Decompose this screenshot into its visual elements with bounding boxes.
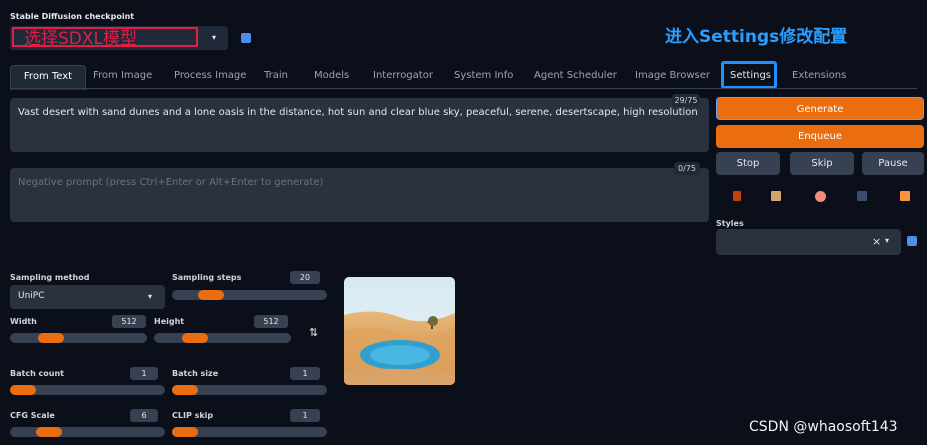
sampling-steps-label: Sampling steps bbox=[172, 273, 242, 282]
save-style-icon[interactable] bbox=[900, 191, 910, 201]
tab-interrogator[interactable]: Interrogator bbox=[373, 65, 433, 87]
checkpoint-value: 选择SDXL模型 bbox=[12, 27, 198, 49]
tab-train[interactable]: Train bbox=[264, 65, 288, 87]
swap-dimensions-icon[interactable]: ⇅ bbox=[309, 326, 318, 339]
sampling-method-label: Sampling method bbox=[10, 273, 90, 282]
stop-button[interactable]: Stop bbox=[716, 152, 780, 175]
width-value[interactable]: 512 bbox=[112, 315, 146, 328]
skip-button[interactable]: Skip bbox=[790, 152, 854, 175]
cfg-scale-slider[interactable] bbox=[10, 427, 165, 437]
chevron-down-icon: ▾ bbox=[212, 33, 217, 42]
generated-image[interactable] bbox=[344, 277, 455, 385]
desert-oasis-image bbox=[344, 277, 455, 385]
tab-extensions[interactable]: Extensions bbox=[792, 65, 846, 87]
tab-from-text[interactable]: From Text bbox=[10, 65, 86, 90]
generate-button[interactable]: Generate bbox=[716, 97, 924, 120]
tab-agent-scheduler[interactable]: Agent Scheduler bbox=[534, 65, 617, 87]
clear-icon[interactable] bbox=[815, 191, 826, 202]
paste-icon[interactable] bbox=[771, 191, 781, 201]
enqueue-button[interactable]: Enqueue bbox=[716, 125, 924, 148]
slider-thumb[interactable] bbox=[182, 333, 208, 343]
height-slider[interactable] bbox=[154, 333, 291, 343]
clip-skip-value[interactable]: 1 bbox=[290, 409, 320, 422]
height-value[interactable]: 512 bbox=[254, 315, 288, 328]
batch-count-slider[interactable] bbox=[10, 385, 165, 395]
styles-label: Styles bbox=[716, 219, 744, 228]
sampling-steps-slider[interactable] bbox=[172, 290, 327, 300]
settings-annotation: 进入Settings修改配置 bbox=[665, 27, 848, 47]
slider-thumb[interactable] bbox=[36, 427, 62, 437]
chevron-down-icon: ▾ bbox=[148, 292, 153, 301]
batch-size-label: Batch size bbox=[172, 369, 219, 378]
slider-thumb[interactable] bbox=[38, 333, 64, 343]
prompt-text: Vast desert with sand dunes and a lone o… bbox=[18, 107, 698, 118]
tab-from-image[interactable]: From Image bbox=[93, 65, 152, 87]
slider-thumb[interactable] bbox=[172, 385, 198, 395]
slider-thumb[interactable] bbox=[10, 385, 36, 395]
checkpoint-dropdown[interactable]: 选择SDXL模型 ▾ bbox=[10, 26, 228, 50]
negative-prompt-textarea[interactable]: Negative prompt (press Ctrl+Enter or Alt… bbox=[10, 168, 709, 222]
batch-count-label: Batch count bbox=[10, 369, 64, 378]
clear-icon[interactable]: × bbox=[872, 235, 881, 248]
cfg-scale-label: CFG Scale bbox=[10, 411, 55, 420]
tab-process-image[interactable]: Process Image bbox=[174, 65, 246, 87]
width-slider[interactable] bbox=[10, 333, 147, 343]
cfg-scale-value[interactable]: 6 bbox=[130, 409, 158, 422]
tab-image-browser[interactable]: Image Browser bbox=[635, 65, 710, 87]
tab-label: From Text bbox=[23, 71, 73, 82]
negative-prompt-placeholder: Negative prompt (press Ctrl+Enter or Alt… bbox=[18, 177, 324, 188]
negative-prompt-token-counter: 0/75 bbox=[674, 162, 700, 175]
tab-models[interactable]: Models bbox=[314, 65, 349, 87]
prompt-textarea[interactable]: Vast desert with sand dunes and a lone o… bbox=[10, 98, 709, 152]
slider-thumb[interactable] bbox=[198, 290, 224, 300]
prompt-token-counter: 29/75 bbox=[672, 94, 700, 107]
folder-icon[interactable] bbox=[733, 191, 741, 201]
refresh-icon[interactable] bbox=[241, 33, 251, 43]
batch-size-slider[interactable] bbox=[172, 385, 327, 395]
watermark: CSDN @whaosoft143 bbox=[749, 419, 898, 435]
refresh-icon[interactable] bbox=[907, 236, 917, 246]
chevron-down-icon: ▾ bbox=[885, 236, 890, 245]
width-label: Width bbox=[10, 317, 37, 326]
slider-thumb[interactable] bbox=[172, 427, 198, 437]
tab-settings[interactable]: Settings bbox=[730, 65, 771, 87]
height-label: Height bbox=[154, 317, 185, 326]
sampling-steps-value[interactable]: 20 bbox=[290, 271, 320, 284]
book-icon[interactable] bbox=[857, 191, 867, 201]
clip-skip-label: CLIP skip bbox=[172, 411, 214, 420]
clip-skip-slider[interactable] bbox=[172, 427, 327, 437]
tab-divider bbox=[10, 88, 917, 89]
checkpoint-label: Stable Diffusion checkpoint bbox=[10, 12, 135, 21]
sampling-method-value: UniPC bbox=[18, 291, 45, 301]
batch-size-value[interactable]: 1 bbox=[290, 367, 320, 380]
batch-count-value[interactable]: 1 bbox=[130, 367, 158, 380]
sampling-method-dropdown[interactable]: UniPC ▾ bbox=[10, 285, 165, 309]
styles-dropdown[interactable]: × ▾ bbox=[716, 229, 901, 255]
tab-system-info[interactable]: System Info bbox=[454, 65, 513, 87]
pause-button[interactable]: Pause bbox=[862, 152, 924, 175]
